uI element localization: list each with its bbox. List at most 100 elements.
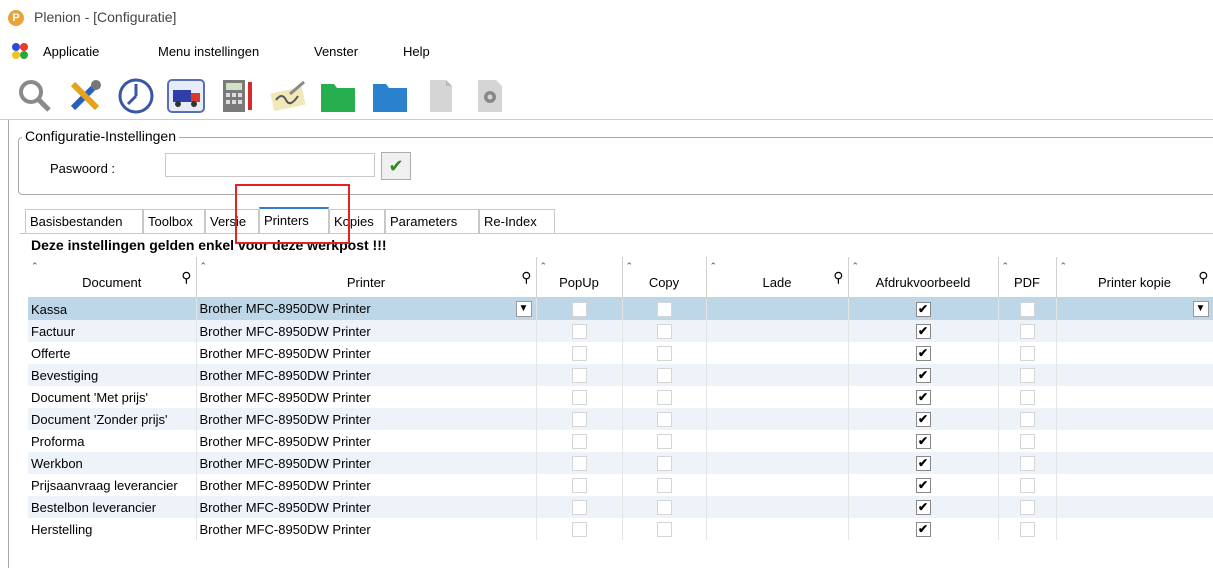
table-row[interactable]: Bestelbon leverancier Brother MFC-8950DW …	[28, 496, 1213, 518]
checkbox[interactable]	[656, 500, 672, 516]
checkbox[interactable]	[1019, 302, 1035, 318]
table-row[interactable]: Document 'Met prijs' Brother MFC-8950DW P…	[28, 386, 1213, 408]
cell-printer-kopie[interactable]	[1056, 342, 1213, 364]
checkbox[interactable]	[1019, 390, 1035, 406]
checkbox[interactable]: ✔	[915, 412, 931, 428]
checkbox[interactable]	[1019, 500, 1035, 516]
tools-icon[interactable]	[65, 76, 105, 116]
cell-printer-kopie[interactable]	[1056, 320, 1213, 342]
cell-printer[interactable]: Brother MFC-8950DW Printer ▼	[196, 297, 537, 320]
checkbox[interactable]: ✔	[915, 478, 931, 494]
checkbox[interactable]	[571, 302, 587, 318]
checkbox[interactable]	[1019, 522, 1035, 538]
checkbox[interactable]	[1019, 346, 1035, 362]
password-input[interactable]	[165, 153, 375, 177]
checkbox[interactable]: ✔	[915, 500, 931, 516]
checkbox[interactable]	[571, 324, 587, 340]
cell-document[interactable]: Document 'Met prijs'	[28, 386, 197, 408]
checkbox[interactable]: ✔	[915, 522, 931, 538]
document-icon[interactable]	[420, 76, 460, 116]
checkbox[interactable]	[1019, 434, 1035, 450]
menu-venster[interactable]: Venster	[314, 44, 358, 59]
cell-printer[interactable]: Brother MFC-8950DW Printer	[196, 430, 537, 452]
password-confirm-button[interactable]: ✔	[381, 152, 411, 180]
cell-document[interactable]: Offerte	[28, 342, 197, 364]
cell-document[interactable]: Prijsaanvraag leverancier	[28, 474, 197, 496]
cell-document[interactable]: Proforma	[28, 430, 197, 452]
chevron-down-icon[interactable]: ▼	[515, 301, 532, 317]
checkbox[interactable]	[571, 346, 587, 362]
cell-printer-kopie[interactable]	[1056, 496, 1213, 518]
tab-re-index[interactable]: Re-Index	[479, 209, 555, 233]
table-row[interactable]: Kassa Brother MFC-8950DW Printer ▼ ✔ ▼	[28, 297, 1213, 320]
checkbox[interactable]	[571, 500, 587, 516]
delivery-truck-icon[interactable]	[166, 76, 206, 116]
table-row[interactable]: Factuur Brother MFC-8950DW Printer ✔	[28, 320, 1213, 342]
green-folder-icon[interactable]	[318, 76, 358, 116]
cell-lade[interactable]	[706, 452, 849, 474]
checkbox[interactable]: ✔	[915, 346, 931, 362]
col-header-copy[interactable]: ⌃ Copy	[622, 257, 707, 298]
settings-icon[interactable]	[470, 76, 510, 116]
col-header-printer-kopie[interactable]: ⌃ Printer kopie ⚲	[1056, 257, 1213, 298]
checkbox[interactable]: ✔	[915, 434, 931, 450]
calculator-icon[interactable]	[218, 76, 258, 116]
cell-document[interactable]: Herstelling	[28, 518, 197, 540]
checkbox[interactable]	[656, 368, 672, 384]
chevron-down-icon[interactable]: ▼	[1192, 301, 1209, 317]
checkbox[interactable]	[571, 390, 587, 406]
table-row[interactable]: Offerte Brother MFC-8950DW Printer ✔	[28, 342, 1213, 364]
cell-printer[interactable]: Brother MFC-8950DW Printer	[196, 452, 537, 474]
cell-lade[interactable]	[706, 496, 849, 518]
checkbox[interactable]	[571, 434, 587, 450]
checkbox[interactable]	[656, 346, 672, 362]
cell-printer[interactable]: Brother MFC-8950DW Printer	[196, 320, 537, 342]
cell-document[interactable]: Document 'Zonder prijs'	[28, 408, 197, 430]
cell-lade[interactable]	[706, 386, 849, 408]
table-row[interactable]: Prijsaanvraag leverancier Brother MFC-895…	[28, 474, 1213, 496]
table-row[interactable]: Proforma Brother MFC-8950DW Printer ✔	[28, 430, 1213, 452]
cell-printer-kopie[interactable]	[1056, 364, 1213, 386]
cell-lade[interactable]	[706, 320, 849, 342]
cell-document[interactable]: Bevestiging	[28, 364, 197, 386]
cell-document[interactable]: Bestelbon leverancier	[28, 496, 197, 518]
cell-printer[interactable]: Brother MFC-8950DW Printer	[196, 386, 537, 408]
cell-document[interactable]: Werkbon	[28, 452, 197, 474]
search-icon[interactable]	[15, 76, 55, 116]
checkbox[interactable]	[656, 478, 672, 494]
cell-printer[interactable]: Brother MFC-8950DW Printer	[196, 364, 537, 386]
cell-printer-kopie[interactable]	[1056, 386, 1213, 408]
cell-document[interactable]: Kassa	[28, 297, 197, 320]
checkbox[interactable]	[656, 390, 672, 406]
cell-lade[interactable]	[706, 518, 849, 540]
menu-applicatie[interactable]: Applicatie	[43, 44, 99, 59]
checkbox[interactable]	[1019, 456, 1035, 472]
checkbox[interactable]	[656, 522, 672, 538]
cell-printer[interactable]: Brother MFC-8950DW Printer	[196, 408, 537, 430]
col-header-pdf[interactable]: ⌃ PDF	[998, 257, 1057, 298]
checkbox[interactable]	[571, 368, 587, 384]
cell-printer-kopie[interactable]	[1056, 430, 1213, 452]
app-menu-icon[interactable]	[10, 42, 30, 60]
clock-icon[interactable]	[116, 76, 156, 116]
checkbox[interactable]	[571, 412, 587, 428]
table-row[interactable]: Herstelling Brother MFC-8950DW Printer ✔	[28, 518, 1213, 540]
table-row[interactable]: Document 'Zonder prijs' Brother MFC-8950D…	[28, 408, 1213, 430]
cell-lade[interactable]	[706, 342, 849, 364]
cell-printer-kopie[interactable]: ▼	[1056, 297, 1213, 320]
cell-printer-kopie[interactable]	[1056, 408, 1213, 430]
checkbox[interactable]	[571, 456, 587, 472]
checkbox[interactable]: ✔	[915, 302, 931, 318]
cell-printer-kopie[interactable]	[1056, 474, 1213, 496]
col-header-popup[interactable]: ⌃ PopUp	[536, 257, 623, 298]
checkbox[interactable]	[1019, 324, 1035, 340]
cell-printer[interactable]: Brother MFC-8950DW Printer	[196, 474, 537, 496]
tab-toolbox[interactable]: Toolbox	[143, 209, 205, 233]
tab-basisbestanden[interactable]: Basisbestanden	[25, 209, 143, 233]
cell-printer[interactable]: Brother MFC-8950DW Printer	[196, 496, 537, 518]
signature-icon[interactable]	[268, 76, 308, 116]
menu-menu-instellingen[interactable]: Menu instellingen	[158, 44, 259, 59]
blue-folder-icon[interactable]	[370, 76, 410, 116]
cell-printer[interactable]: Brother MFC-8950DW Printer	[196, 518, 537, 540]
checkbox[interactable]	[571, 522, 587, 538]
